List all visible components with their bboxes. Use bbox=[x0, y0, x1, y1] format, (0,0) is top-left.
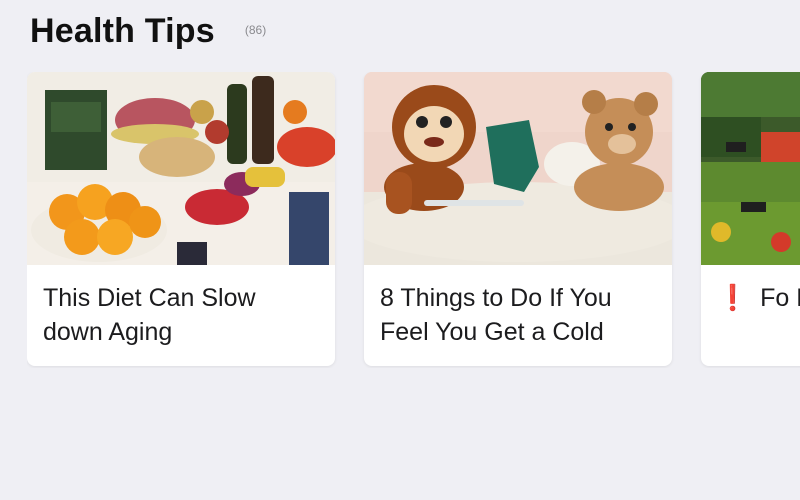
section-count: (86) bbox=[244, 23, 267, 37]
fruit-spread-image bbox=[27, 72, 335, 265]
section-title: Health Tips bbox=[30, 12, 215, 50]
tip-card-title: ❗Fo Nutriti bbox=[717, 284, 800, 312]
vegetable-market-image bbox=[701, 72, 800, 265]
sick-plush-toys-image bbox=[364, 72, 672, 265]
tip-card-nutrition[interactable]: ❗Fo Nutriti bbox=[701, 72, 800, 366]
tip-card-title: 8 Things to Do If You Feel You Get a Col… bbox=[380, 284, 612, 346]
alert-icon: ❗ bbox=[717, 284, 749, 312]
tips-carousel[interactable]: This Diet Can Slow down Aging 8 Things t… bbox=[27, 72, 800, 368]
section-header: Health Tips (86) bbox=[30, 12, 266, 51]
tip-card-diet[interactable]: This Diet Can Slow down Aging bbox=[27, 72, 335, 366]
tip-card-cold[interactable]: 8 Things to Do If You Feel You Get a Col… bbox=[364, 72, 672, 366]
tip-card-title: This Diet Can Slow down Aging bbox=[43, 284, 256, 346]
